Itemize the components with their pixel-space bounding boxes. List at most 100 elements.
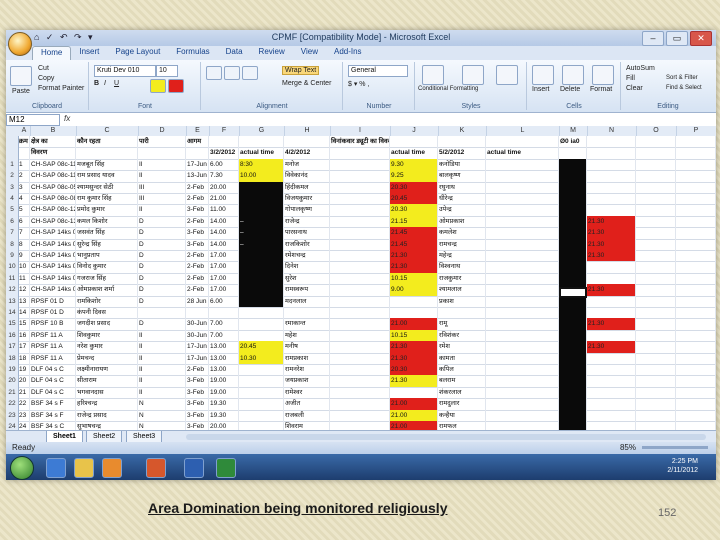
table-cell[interactable]: विश्वनाथ bbox=[438, 261, 486, 273]
table-cell[interactable]: सीताराम bbox=[76, 375, 138, 387]
table-cell[interactable] bbox=[239, 261, 284, 273]
table-cell[interactable]: 21.15 bbox=[390, 215, 438, 228]
table-cell[interactable]: 21.30 bbox=[587, 341, 636, 353]
table-cell[interactable] bbox=[330, 261, 390, 273]
table-cell[interactable]: ओमप्रकाश शर्मा bbox=[76, 284, 138, 296]
table-cell[interactable] bbox=[486, 398, 559, 410]
table-cell[interactable]: 21.30 bbox=[587, 227, 636, 239]
table-cell[interactable] bbox=[676, 261, 716, 273]
table-cell[interactable]: 3 bbox=[18, 181, 30, 193]
column-header[interactable]: E bbox=[186, 126, 210, 136]
table-cell[interactable] bbox=[239, 409, 284, 421]
fill-color-icon[interactable] bbox=[150, 79, 166, 93]
table-cell[interactable] bbox=[486, 386, 559, 399]
table-cell[interactable] bbox=[486, 238, 559, 250]
table-cell[interactable]: 21.30 bbox=[587, 318, 636, 330]
table-cell[interactable] bbox=[186, 147, 209, 159]
table-cell[interactable] bbox=[636, 250, 676, 262]
table-cell[interactable] bbox=[486, 329, 559, 342]
table-cell[interactable]: III bbox=[138, 181, 186, 193]
column-header[interactable]: D bbox=[138, 126, 187, 136]
table-cell[interactable] bbox=[330, 158, 390, 171]
table-cell[interactable]: 13 bbox=[18, 295, 30, 307]
table-cell[interactable]: N bbox=[138, 398, 186, 410]
table-cell[interactable]: 7 bbox=[18, 227, 30, 239]
table-cell[interactable] bbox=[587, 136, 636, 148]
table-cell[interactable]: 13.00 bbox=[209, 352, 239, 364]
table-cell[interactable]: श्यामसुन्दर सेठी bbox=[76, 181, 138, 193]
table-cell[interactable]: 14.00 bbox=[209, 227, 239, 239]
table-cell[interactable] bbox=[486, 272, 559, 285]
table-cell[interactable] bbox=[486, 158, 559, 171]
table-cell[interactable]: 2-Feb bbox=[186, 181, 209, 193]
table-cell[interactable] bbox=[676, 341, 716, 353]
table-cell[interactable]: CH-SAP 14ks 04 bbox=[30, 261, 76, 273]
table-cell[interactable] bbox=[559, 227, 587, 239]
table-cell[interactable] bbox=[636, 307, 676, 319]
insert-cells-icon[interactable] bbox=[532, 65, 554, 85]
table-cell[interactable] bbox=[330, 295, 390, 307]
table-cell[interactable]: सुरेन्द्र सिंह bbox=[76, 238, 138, 250]
table-cell[interactable]: 3-Feb bbox=[186, 398, 209, 410]
table-cell[interactable]: पारी bbox=[138, 136, 186, 148]
table-cell[interactable] bbox=[239, 181, 284, 193]
table-cell[interactable] bbox=[559, 318, 587, 330]
table-cell[interactable] bbox=[239, 284, 284, 296]
table-cell[interactable] bbox=[239, 295, 284, 307]
table-cell[interactable] bbox=[676, 329, 716, 342]
table-cell[interactable]: 21.45 bbox=[390, 227, 438, 239]
table-cell[interactable]: हरिश्चन्द्र bbox=[76, 398, 138, 410]
table-cell[interactable]: 21.30 bbox=[390, 375, 438, 387]
table-cell[interactable]: 21.30 bbox=[587, 284, 636, 296]
table-cell[interactable]: D bbox=[138, 318, 186, 330]
table-cell[interactable] bbox=[486, 318, 559, 330]
table-cell[interactable]: – bbox=[239, 215, 284, 228]
table-cell[interactable] bbox=[587, 181, 636, 193]
column-header[interactable]: M bbox=[559, 126, 588, 136]
table-cell[interactable]: 21.00 bbox=[390, 398, 438, 410]
table-cell[interactable]: कमल किशोर bbox=[76, 215, 138, 228]
table-cell[interactable]: महेश bbox=[284, 329, 330, 342]
table-cell[interactable]: जसवंत सिंह bbox=[76, 227, 138, 239]
table-cell[interactable] bbox=[330, 398, 390, 410]
table-cell[interactable] bbox=[559, 329, 587, 342]
start-button-icon[interactable] bbox=[10, 456, 34, 480]
table-cell[interactable]: मजबूत सिंह bbox=[76, 158, 138, 171]
ie-icon[interactable] bbox=[46, 458, 66, 478]
table-cell[interactable] bbox=[559, 307, 587, 319]
table-cell[interactable]: 15 bbox=[18, 318, 30, 330]
table-cell[interactable]: रामनरेश bbox=[284, 364, 330, 376]
table-cell[interactable]: 2-Feb bbox=[186, 193, 209, 205]
table-cell[interactable] bbox=[239, 250, 284, 262]
table-cell[interactable]: RPSF 11 A bbox=[30, 341, 76, 353]
underline-button[interactable]: U bbox=[114, 80, 119, 87]
table-cell[interactable]: कौन रहता bbox=[76, 136, 138, 148]
table-cell[interactable]: 21.30 bbox=[587, 250, 636, 262]
table-cell[interactable]: 8 bbox=[18, 238, 30, 250]
table-cell[interactable] bbox=[239, 398, 284, 410]
table-cell[interactable]: शिवकुमार bbox=[76, 329, 138, 342]
table-cell[interactable] bbox=[676, 204, 716, 216]
conditional-formatting-icon[interactable] bbox=[422, 65, 444, 85]
table-cell[interactable]: रामप्रकाश bbox=[284, 352, 330, 364]
delete-button[interactable]: Delete bbox=[560, 86, 580, 93]
table-cell[interactable]: 3-Feb bbox=[186, 386, 209, 399]
table-cell[interactable]: रामचन्द्र bbox=[438, 238, 486, 250]
minimize-button[interactable]: – bbox=[642, 31, 664, 46]
table-cell[interactable] bbox=[676, 307, 716, 319]
table-cell[interactable] bbox=[676, 352, 716, 364]
table-cell[interactable]: 17-Jun bbox=[186, 352, 209, 364]
table-cell[interactable]: II bbox=[138, 158, 186, 171]
table-cell[interactable]: 3-Feb bbox=[186, 375, 209, 387]
table-cell[interactable]: 14.00 bbox=[209, 215, 239, 228]
powerpoint-icon[interactable] bbox=[146, 458, 166, 478]
table-cell[interactable] bbox=[239, 136, 284, 148]
table-cell[interactable] bbox=[636, 261, 676, 273]
table-cell[interactable]: पारसनाथ bbox=[284, 227, 330, 239]
table-cell[interactable] bbox=[636, 215, 676, 228]
table-cell[interactable]: D bbox=[138, 215, 186, 228]
table-cell[interactable]: रामकिशोर bbox=[76, 295, 138, 307]
table-cell[interactable] bbox=[636, 272, 676, 285]
table-cell[interactable]: D bbox=[138, 227, 186, 239]
wrap-text-button[interactable]: Wrap Text bbox=[282, 66, 320, 75]
